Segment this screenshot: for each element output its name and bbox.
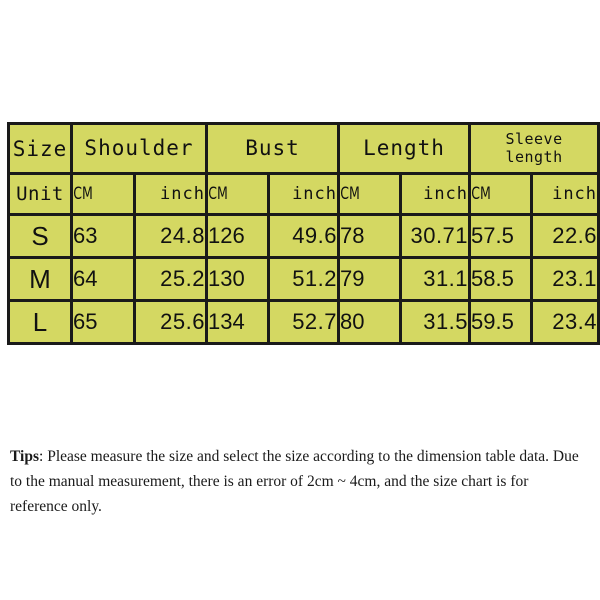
cell-m-shoulder-inch: 25.2	[133, 256, 208, 302]
tips-body: : Please measure the size and select the…	[10, 447, 579, 515]
cell-l-length-cm: 80	[337, 299, 403, 345]
cell-m-length-cm: 79	[337, 256, 403, 302]
unit-sleeve-cm: CM	[468, 172, 522, 216]
header-shoulder: Shoulder	[70, 122, 208, 175]
cell-l-sleeve-cm: 59.5	[468, 299, 534, 345]
cell-s-shoulder-inch: 24.8	[133, 213, 208, 259]
header-sleeve-line1: Sleeve	[505, 130, 563, 149]
row-size-l: L	[7, 299, 73, 345]
header-bust: Bust	[204, 122, 341, 175]
size-chart-table: Size Shoulder Bust Length Sleeve length U…	[7, 122, 600, 345]
size-chart-container: Size Shoulder Bust Length Sleeve length U…	[7, 122, 600, 345]
tips-label: Tips	[10, 447, 40, 465]
header-sleeve-line2: length	[505, 147, 563, 166]
cell-m-bust-cm: 130	[205, 256, 270, 302]
cell-m-bust-inch: 51.2	[266, 256, 341, 302]
table-header-row: Size Shoulder Bust Length Sleeve length	[7, 122, 600, 175]
unit-sleeve-inch: inch	[530, 172, 600, 216]
cell-s-length-inch: 30.71	[399, 213, 472, 259]
table-row: L 65 25.6 134 52.7 80 31.5 59.5 23.4	[7, 299, 600, 345]
cell-s-sleeve-inch: 22.6	[530, 213, 600, 259]
unit-length-inch: inch	[399, 172, 472, 216]
cell-s-length-cm: 78	[337, 213, 403, 259]
table-row: M 64 25.2 130 51.2 79 31.1 58.5 23.1	[7, 256, 600, 302]
unit-bust-inch: inch	[266, 172, 341, 216]
row-size-m: M	[7, 256, 73, 302]
cell-s-sleeve-cm: 57.5	[468, 213, 534, 259]
cell-s-bust-cm: 126	[205, 213, 270, 259]
cell-l-shoulder-cm: 65	[70, 299, 136, 345]
header-length: Length	[337, 122, 472, 175]
unit-bust-cm: CM	[205, 172, 259, 216]
cell-l-shoulder-inch: 25.6	[133, 299, 208, 345]
tips-paragraph: Tips: Please measure the size and select…	[10, 444, 588, 519]
unit-shoulder-inch: inch	[133, 172, 208, 216]
unit-length-cm: CM	[337, 172, 391, 216]
cell-m-length-inch: 31.1	[399, 256, 472, 302]
cell-m-shoulder-cm: 64	[70, 256, 136, 302]
cell-l-sleeve-inch: 23.4	[530, 299, 600, 345]
cell-s-shoulder-cm: 63	[70, 213, 136, 259]
cell-s-bust-inch: 49.6	[266, 213, 341, 259]
table-unit-row: Unit CM inch CM inch CM inch CM inch	[7, 172, 600, 216]
unit-shoulder-cm: CM	[70, 172, 125, 216]
cell-m-sleeve-cm: 58.5	[468, 256, 534, 302]
cell-l-bust-cm: 134	[205, 299, 270, 345]
cell-l-length-inch: 31.5	[399, 299, 472, 345]
header-sleeve-length: Sleeve length	[468, 122, 600, 175]
table-row: S 63 24.8 126 49.6 78 30.71 57.5 22.6	[7, 213, 600, 259]
row-size-s: S	[7, 213, 73, 259]
header-size: Size	[7, 122, 73, 175]
cell-m-sleeve-inch: 23.1	[530, 256, 600, 302]
cell-l-bust-inch: 52.7	[266, 299, 341, 345]
unit-header: Unit	[7, 172, 73, 216]
